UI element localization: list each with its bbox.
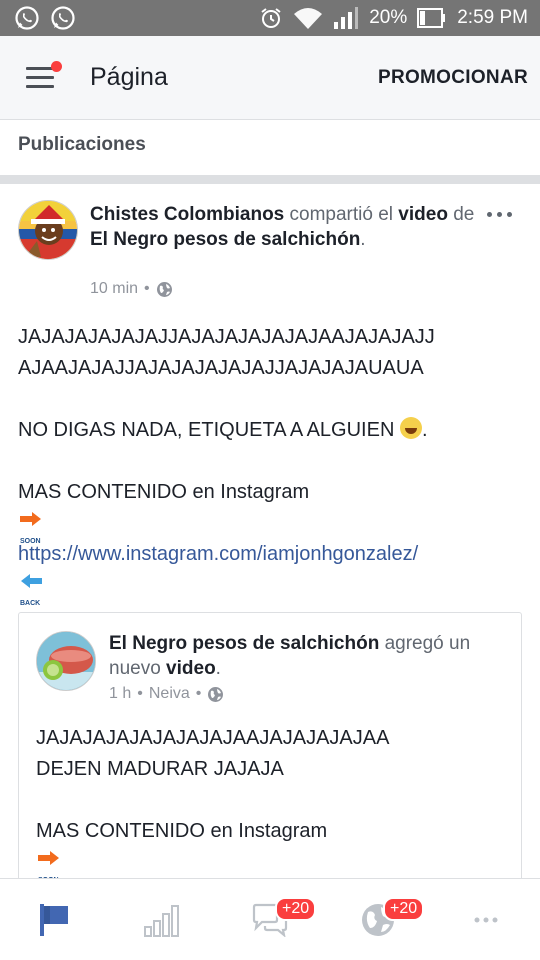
tab-messages[interactable]: +20: [216, 879, 324, 960]
avatar-image: [37, 632, 95, 690]
post-verb: compartió el: [284, 204, 399, 225]
post-author[interactable]: Chistes Colombianos: [90, 204, 284, 225]
divider: [0, 175, 540, 184]
battery-icon: [417, 8, 446, 28]
post-text-line: AJAAJAJAJJAJAJAJAJAJAJJAJAJAJAUAUA: [18, 357, 424, 379]
post-text-line: JAJAJAJAJAJAJJAJAJAJAJAJAJAAJAJAJAJJ: [18, 326, 435, 348]
battery-percent: 20%: [369, 7, 408, 28]
clock: 2:59 PM: [457, 7, 528, 28]
back-arrow-icon: BACK: [18, 570, 44, 607]
shared-object[interactable]: video: [166, 658, 216, 679]
bottom-nav: +20 +20: [0, 878, 540, 960]
globe-icon: [208, 686, 224, 702]
bar-chart-icon: [144, 905, 179, 937]
post-body: JAJAJAJAJAJAJJAJAJAJAJAJAJAAJAJAJAJJ AJA…: [18, 322, 528, 607]
separator-dot: •: [195, 685, 202, 702]
instagram-link[interactable]: https://www.instagram.com/iamjonhgonzale…: [18, 539, 528, 570]
tab-notifications[interactable]: +20: [324, 879, 432, 960]
post-object[interactable]: video: [398, 204, 448, 225]
shared-post-body: JAJAJAJAJAJAJAJAJAAJAJAJAJAJAA DEJEN MAD…: [36, 723, 389, 878]
post-text: NO DIGAS NADA, ETIQUETA A ALGUIEN: [18, 419, 395, 441]
post-source[interactable]: El Negro pesos de salchichón: [90, 229, 360, 250]
shared-time[interactable]: 1 h: [109, 685, 131, 703]
globe-icon: [156, 281, 172, 297]
post-card: Chistes Colombianos compartió el video d…: [0, 184, 540, 878]
post-header: Chistes Colombianos compartió el video d…: [90, 202, 480, 252]
post-text-line: MAS CONTENIDO en Instagram: [18, 481, 310, 503]
more-options-icon[interactable]: [487, 212, 512, 217]
post-text-line: NO DIGAS NADA, ETIQUETA A ALGUIEN .: [18, 417, 428, 441]
soon-label: SOON: [38, 865, 59, 878]
soon-arrow-icon: SOON: [18, 508, 44, 545]
shared-page-avatar[interactable]: [36, 631, 96, 691]
shared-text-line: DEJEN MADURAR JAJAJA: [36, 758, 284, 780]
laughing-emoji-icon: [399, 417, 422, 439]
post-prep: de: [447, 204, 475, 225]
post-time[interactable]: 10 min: [90, 280, 138, 298]
soon-arrow-icon: SOON: [36, 847, 62, 878]
shared-post-card[interactable]: El Negro pesos de salchichón agregó un n…: [18, 612, 522, 878]
wifi-icon: [294, 8, 323, 29]
app-bar: Página PROMOCIONAR: [0, 36, 540, 120]
status-bar: 20% 2:59 PM: [0, 0, 540, 36]
page-title: Página: [90, 63, 168, 91]
separator-dot: •: [137, 685, 143, 702]
page-avatar[interactable]: [18, 200, 78, 260]
tab-page[interactable]: [0, 879, 108, 960]
whatsapp-icon: [15, 6, 39, 30]
shared-text-line: MAS CONTENIDO en Instagram: [36, 820, 328, 842]
section-header: Publicaciones: [0, 121, 540, 175]
alarm-icon: [261, 8, 281, 28]
menu-button[interactable]: [26, 60, 62, 89]
signal-icon: [334, 7, 359, 29]
soon-label: SOON: [20, 538, 41, 545]
separator-dot: •: [144, 280, 150, 297]
shared-end: .: [215, 658, 221, 679]
post-meta: 10 min •: [90, 280, 173, 298]
notifications-badge: +20: [383, 897, 425, 921]
status-bar-right: 20% 2:59 PM: [259, 6, 528, 30]
flag-icon: [40, 904, 68, 936]
whatsapp-icon: [51, 6, 75, 30]
status-bar-left: [14, 5, 76, 31]
shared-post-meta: 1 h • Neiva •: [109, 685, 224, 703]
avatar-image: [19, 201, 77, 259]
section-label: Publicaciones: [18, 134, 146, 155]
shared-author[interactable]: El Negro pesos de salchichón: [109, 633, 379, 654]
more-icon: [474, 917, 498, 923]
post-end: .: [360, 229, 366, 250]
notification-dot: [51, 60, 62, 72]
promote-button[interactable]: PROMOCIONAR: [378, 67, 528, 89]
messages-badge: +20: [275, 897, 317, 921]
tab-insights[interactable]: [108, 879, 216, 960]
shared-post-header: El Negro pesos de salchichón agregó un n…: [109, 631, 509, 681]
tab-more[interactable]: [432, 879, 540, 960]
shared-text-line: JAJAJAJAJAJAJAJAJAAJAJAJAJAJAA: [36, 727, 390, 749]
shared-location[interactable]: Neiva: [149, 685, 190, 703]
